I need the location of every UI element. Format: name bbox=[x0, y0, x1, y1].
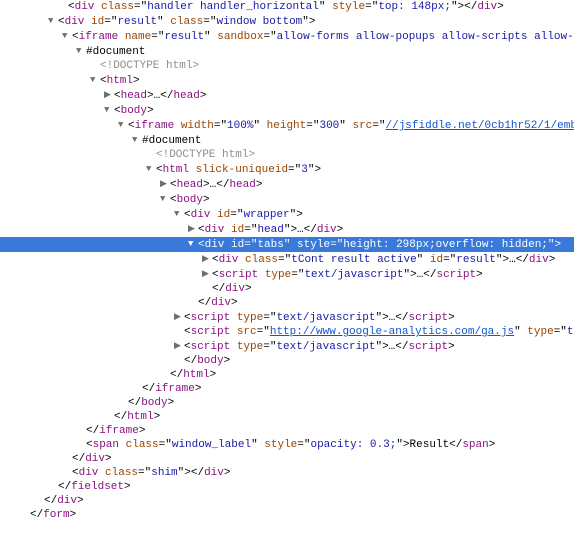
collapse-arrow[interactable]: ▶ bbox=[174, 310, 184, 324]
dom-node[interactable]: <div class="handler handler_horizontal" … bbox=[0, 0, 574, 14]
dom-node[interactable]: ▼<html slick-uniqueid="3"> bbox=[0, 162, 574, 177]
dom-tree: <div class="handler handler_horizontal" … bbox=[0, 0, 574, 522]
dom-node[interactable]: ▼#document bbox=[0, 44, 574, 59]
expand-arrow[interactable]: ▼ bbox=[174, 207, 184, 221]
dom-node[interactable]: ▼#document bbox=[0, 133, 574, 148]
collapse-arrow[interactable]: ▶ bbox=[174, 339, 184, 353]
expand-arrow[interactable]: ▼ bbox=[76, 44, 86, 58]
dom-node[interactable]: ▶<div id="head">…</div> bbox=[0, 222, 574, 237]
expand-arrow[interactable]: ▼ bbox=[132, 133, 142, 147]
dom-node[interactable]: ▶<head>…</head> bbox=[0, 177, 574, 192]
collapse-arrow[interactable]: ▶ bbox=[202, 252, 212, 266]
expand-arrow[interactable]: ▼ bbox=[90, 73, 100, 87]
dom-node[interactable]: ▼<div id="wrapper"> bbox=[0, 207, 574, 222]
dom-node[interactable]: </iframe> bbox=[0, 424, 574, 438]
dom-node[interactable]: </iframe> bbox=[0, 382, 574, 396]
dom-node[interactable]: ▼<div id="result" class="window bottom"> bbox=[0, 14, 574, 29]
collapse-arrow[interactable]: ▶ bbox=[160, 177, 170, 191]
expand-arrow[interactable]: ▼ bbox=[118, 118, 128, 132]
collapse-arrow[interactable]: ▶ bbox=[104, 88, 114, 102]
dom-node[interactable]: </div> bbox=[0, 282, 574, 296]
collapse-arrow[interactable]: ▶ bbox=[202, 267, 212, 281]
dom-node[interactable]: ▶<script type="text/javascript">…</scrip… bbox=[0, 339, 574, 354]
dom-node[interactable]: ▼<html> bbox=[0, 73, 574, 88]
dom-node[interactable]: </form> bbox=[0, 508, 574, 522]
dom-node[interactable]: ▼<iframe name="result" sandbox="allow-fo… bbox=[0, 29, 574, 44]
dom-node[interactable]: </div> bbox=[0, 452, 574, 466]
dom-node[interactable]: </html> bbox=[0, 368, 574, 382]
expand-arrow[interactable]: ▼ bbox=[160, 192, 170, 206]
dom-node[interactable]: ▶<script type="text/javascript">…</scrip… bbox=[0, 267, 574, 282]
dom-node[interactable]: </body> bbox=[0, 396, 574, 410]
expand-arrow[interactable]: ▼ bbox=[62, 29, 72, 43]
dom-node[interactable]: </div> bbox=[0, 296, 574, 310]
expand-arrow[interactable]: ▼ bbox=[188, 237, 198, 251]
tag-line: <div class="handler handler_horizontal" … bbox=[68, 1, 504, 13]
dom-node[interactable]: ▶<script type="text/javascript">…</scrip… bbox=[0, 310, 574, 325]
ga-link[interactable]: http://www.google-analytics.com/ga.js bbox=[270, 326, 514, 338]
dom-node[interactable]: </body> bbox=[0, 354, 574, 368]
dom-node[interactable]: ▶<head>…</head> bbox=[0, 88, 574, 103]
collapse-arrow[interactable]: ▶ bbox=[188, 222, 198, 236]
dom-node[interactable]: ▼<body> bbox=[0, 103, 574, 118]
expand-arrow[interactable]: ▼ bbox=[104, 103, 114, 117]
dom-node[interactable]: </div> bbox=[0, 494, 574, 508]
expand-arrow[interactable]: ▼ bbox=[146, 162, 156, 176]
expand-arrow[interactable]: ▼ bbox=[48, 14, 58, 28]
dom-node[interactable]: <div class="shim"></div> bbox=[0, 466, 574, 480]
dom-node-selected[interactable]: ▼<div id="tabs" style="height: 298px;ove… bbox=[0, 237, 574, 252]
dom-node[interactable]: </fieldset> bbox=[0, 480, 574, 494]
dom-node[interactable]: <span class="window_label" style="opacit… bbox=[0, 438, 574, 452]
dom-node[interactable]: ▼<body> bbox=[0, 192, 574, 207]
dom-node[interactable]: </html> bbox=[0, 410, 574, 424]
dom-node[interactable]: ▶<div class="tCont result active" id="re… bbox=[0, 252, 574, 267]
dom-node[interactable]: <script src="http://www.google-analytics… bbox=[0, 325, 574, 339]
dom-node[interactable]: ▼<iframe width="100%" height="300" src="… bbox=[0, 118, 574, 133]
dom-node[interactable]: <!DOCTYPE html> bbox=[0, 59, 574, 73]
dom-node[interactable]: <!DOCTYPE html> bbox=[0, 148, 574, 162]
